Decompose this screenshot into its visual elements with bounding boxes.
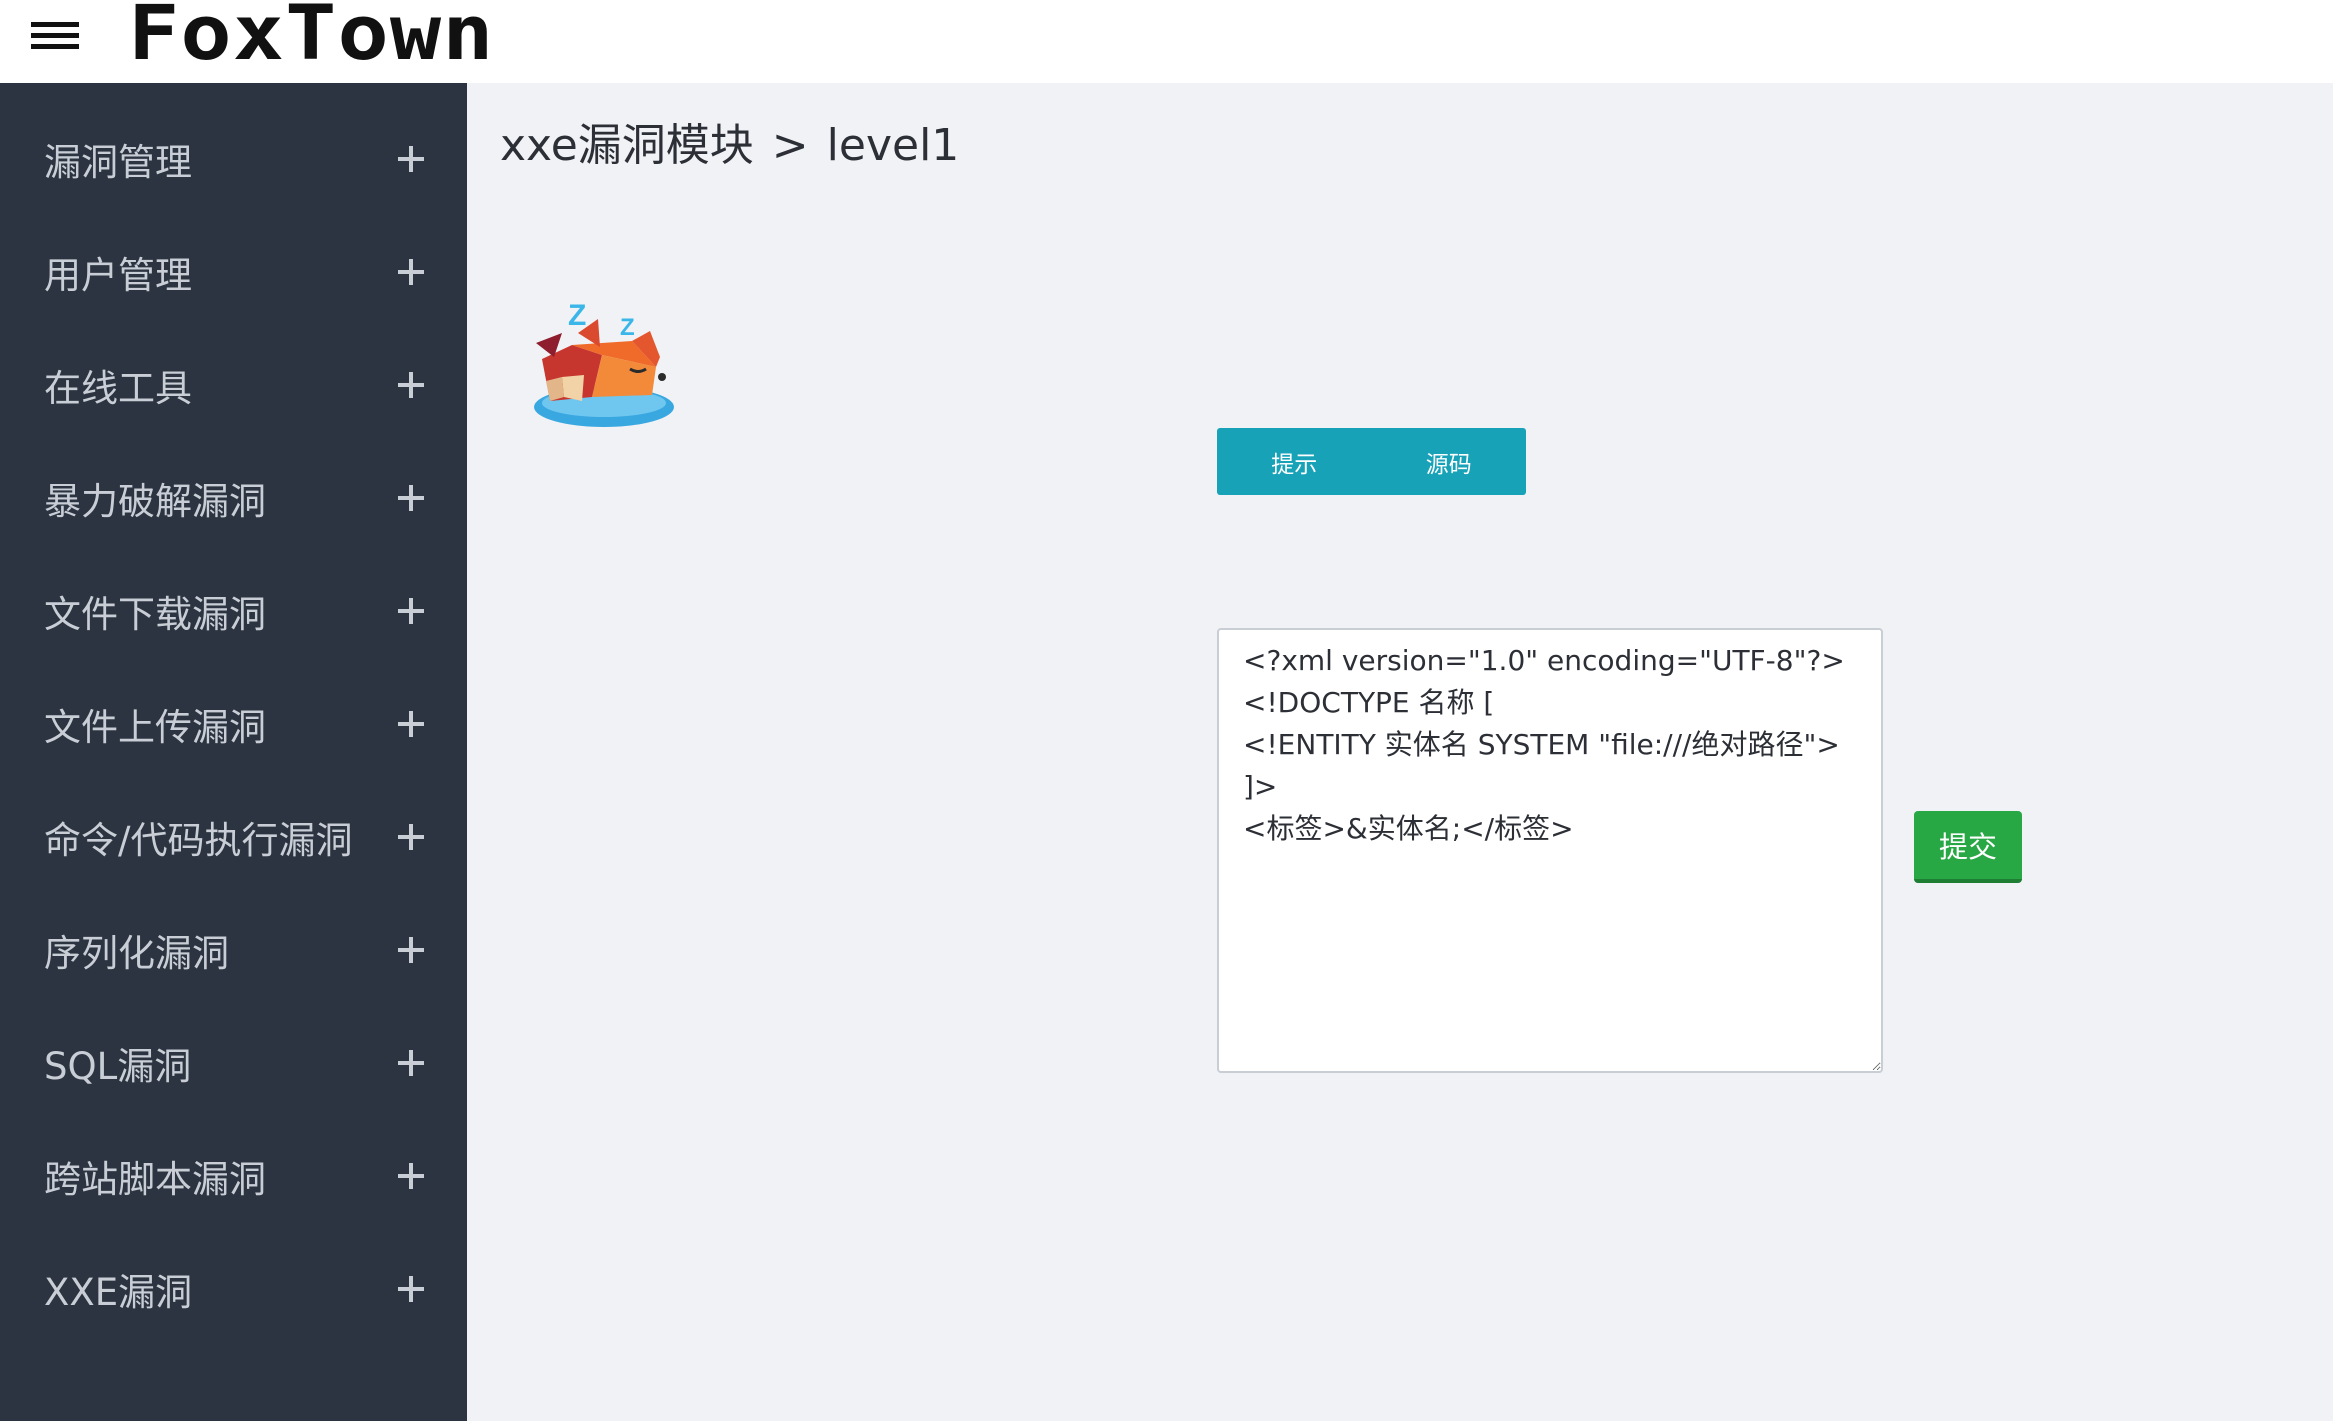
plus-icon[interactable] bbox=[398, 936, 424, 963]
sidebar-item-online-tools[interactable]: 在线工具 bbox=[0, 328, 467, 441]
plus-icon[interactable] bbox=[398, 597, 424, 624]
plus-icon[interactable] bbox=[398, 145, 424, 172]
sidebar-item-xxe[interactable]: XXE漏洞 bbox=[0, 1232, 467, 1345]
plus-icon[interactable] bbox=[398, 371, 424, 398]
plus-icon[interactable] bbox=[398, 1275, 424, 1302]
sidebar-item-user-management[interactable]: 用户管理 bbox=[0, 215, 467, 328]
sidebar-item-command-exec[interactable]: 命令/代码执行漏洞 bbox=[0, 780, 467, 893]
action-button-group: 提示 源码 bbox=[1217, 428, 1526, 495]
plus-icon[interactable] bbox=[398, 258, 424, 285]
sidebar-item-label: 在线工具 bbox=[44, 366, 192, 410]
sidebar-item-vuln-management[interactable]: 漏洞管理 bbox=[0, 102, 467, 215]
sleeping-fox-icon: Z Z z bbox=[534, 299, 674, 427]
sidebar-item-label: 跨站脚本漏洞 bbox=[44, 1157, 266, 1201]
hamburger-icon[interactable] bbox=[31, 22, 79, 52]
breadcrumb-level: level1 bbox=[826, 120, 960, 171]
sidebar-item-label: 漏洞管理 bbox=[44, 140, 192, 184]
plus-icon[interactable] bbox=[398, 1162, 424, 1189]
sidebar-item-label: 文件上传漏洞 bbox=[44, 705, 266, 749]
plus-icon[interactable] bbox=[398, 1049, 424, 1076]
top-header: FoxTown bbox=[0, 0, 2333, 83]
plus-icon[interactable] bbox=[398, 710, 424, 737]
svg-text:Z: Z bbox=[568, 299, 586, 332]
breadcrumb: xxe漏洞模块 > level1 bbox=[500, 118, 959, 174]
breadcrumb-separator: > bbox=[771, 120, 809, 171]
submit-button[interactable]: 提交 bbox=[1914, 811, 2022, 883]
plus-icon[interactable] bbox=[398, 484, 424, 511]
hint-button[interactable]: 提示 bbox=[1217, 428, 1372, 495]
sidebar: 漏洞管理 用户管理 在线工具 暴力破解漏洞 文件下载漏洞 文件上传漏洞 命令/代… bbox=[0, 83, 467, 1421]
sidebar-item-brute-force[interactable]: 暴力破解漏洞 bbox=[0, 441, 467, 554]
sidebar-item-sql[interactable]: SQL漏洞 bbox=[0, 1006, 467, 1119]
xml-payload-input[interactable]: <?xml version="1.0" encoding="UTF-8"?> <… bbox=[1217, 628, 1883, 1073]
plus-icon[interactable] bbox=[398, 823, 424, 850]
sidebar-item-xss[interactable]: 跨站脚本漏洞 bbox=[0, 1119, 467, 1232]
source-code-button[interactable]: 源码 bbox=[1372, 428, 1527, 495]
sidebar-item-label: SQL漏洞 bbox=[44, 1044, 192, 1088]
sidebar-item-label: 文件下载漏洞 bbox=[44, 592, 266, 636]
sidebar-item-deserialization[interactable]: 序列化漏洞 bbox=[0, 893, 467, 1006]
sidebar-item-label: 序列化漏洞 bbox=[44, 931, 229, 975]
breadcrumb-module[interactable]: xxe漏洞模块 bbox=[500, 120, 754, 171]
sidebar-item-file-download[interactable]: 文件下载漏洞 bbox=[0, 554, 467, 667]
sidebar-item-label: 用户管理 bbox=[44, 253, 192, 297]
app-logo[interactable]: FoxTown bbox=[128, 0, 495, 74]
sidebar-item-label: XXE漏洞 bbox=[44, 1270, 193, 1314]
sidebar-item-label: 命令/代码执行漏洞 bbox=[44, 818, 353, 862]
sidebar-item-file-upload[interactable]: 文件上传漏洞 bbox=[0, 667, 467, 780]
sidebar-item-label: 暴力破解漏洞 bbox=[44, 479, 266, 523]
svg-text:Z: Z bbox=[620, 314, 635, 341]
